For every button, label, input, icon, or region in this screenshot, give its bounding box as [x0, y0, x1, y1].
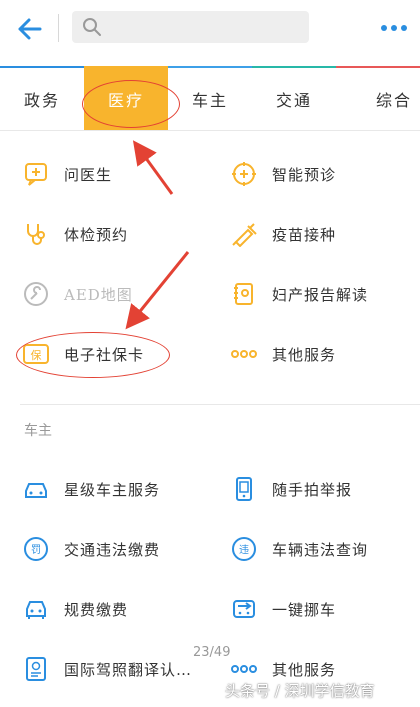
service-label: AED地图	[64, 285, 133, 304]
service-traffic-fine-payment[interactable]: 罚 交通违法缴费	[22, 534, 160, 564]
service-label: 体检预约	[64, 225, 129, 244]
service-checkup-booking[interactable]: 体检预约	[22, 219, 128, 249]
tab-label: 综合	[375, 91, 412, 110]
more-button[interactable]	[376, 14, 412, 42]
more-dots-icon	[381, 25, 407, 31]
tab-medical[interactable]: 医疗	[84, 68, 168, 130]
service-intl-license-translation[interactable]: 国际驾照翻译认…	[22, 654, 192, 684]
search-icon	[83, 18, 101, 36]
service-other-medical[interactable]: 其他服务	[230, 339, 336, 369]
service-label: 交通违法缴费	[64, 540, 161, 559]
service-label: 妇产报告解读	[272, 285, 369, 304]
wrench-icon	[22, 280, 50, 308]
service-label: 疫苗接种	[272, 225, 337, 244]
top-bar	[0, 0, 420, 62]
service-vehicle-violation-query[interactable]: 违 车辆违法查询	[230, 534, 368, 564]
tabs-divider	[0, 130, 420, 131]
card-icon-text: 保	[31, 348, 42, 362]
section-title-car: 车主	[24, 423, 52, 439]
service-smart-prediagnosis[interactable]: 智能预诊	[230, 159, 336, 189]
arrow-left-icon	[18, 18, 42, 40]
service-fee-payment[interactable]: 规费缴费	[22, 594, 128, 624]
tab-label: 医疗	[107, 91, 144, 110]
search-input[interactable]	[72, 11, 309, 43]
tab-government[interactable]: 政务	[0, 68, 84, 130]
fine-icon-text: 罚	[31, 544, 41, 556]
category-tabs: 政务 医疗 车主 交通 综合	[0, 68, 420, 130]
license-icon	[22, 655, 50, 683]
service-label: 规费缴费	[64, 600, 129, 619]
service-label: 国际驾照翻译认…	[64, 660, 193, 679]
service-one-click-move-car[interactable]: 一键挪车	[230, 594, 336, 624]
service-snap-report[interactable]: 随手拍举报	[230, 474, 352, 504]
tab-traffic[interactable]: 交通	[252, 68, 336, 130]
stethoscope-icon	[22, 220, 50, 248]
target-plus-icon	[230, 160, 258, 188]
annotation-arrow-2	[125, 251, 190, 330]
violation-icon: 违	[230, 535, 258, 563]
card-icon: 保	[22, 340, 50, 368]
annotation-arrow-1	[132, 140, 174, 195]
violation-icon-text: 违	[239, 544, 249, 556]
tab-car-owner[interactable]: 车主	[168, 68, 252, 130]
service-label: 问医生	[64, 165, 113, 184]
service-star-car-owner[interactable]: 星级车主服务	[22, 474, 160, 504]
tab-label: 车主	[191, 91, 228, 110]
back-button[interactable]	[14, 14, 44, 44]
service-label: 其他服务	[272, 660, 337, 679]
service-vaccination[interactable]: 疫苗接种	[230, 219, 336, 249]
page-indicator: 23/49	[193, 645, 231, 660]
dots-icon	[230, 340, 258, 368]
service-social-security-card[interactable]: 保 电子社保卡	[22, 339, 144, 369]
fine-icon: 罚	[22, 535, 50, 563]
service-label: 车辆违法查询	[272, 540, 369, 559]
service-label: 其他服务	[272, 345, 337, 364]
syringe-icon	[230, 220, 258, 248]
service-label: 随手拍举报	[272, 480, 353, 499]
phone-icon	[230, 475, 258, 503]
service-maternity-report[interactable]: 妇产报告解读	[230, 279, 368, 309]
tab-label: 交通	[275, 91, 312, 110]
dots-icon	[230, 655, 258, 683]
tab-general[interactable]: 综合	[336, 68, 420, 130]
move-car-icon	[230, 595, 258, 623]
service-aed-map[interactable]: AED地图	[22, 279, 133, 309]
service-label: 星级车主服务	[64, 480, 161, 499]
section-divider	[20, 404, 420, 405]
service-ask-doctor[interactable]: 问医生	[22, 159, 112, 189]
service-label: 电子社保卡	[64, 345, 145, 364]
tab-label: 政务	[23, 91, 60, 110]
watermark: 头条号 / 深圳学信教育	[225, 682, 375, 700]
notebook-icon	[230, 280, 258, 308]
service-label: 一键挪车	[272, 600, 337, 619]
header-divider	[58, 14, 59, 42]
chat-plus-icon	[22, 160, 50, 188]
car-front-icon	[22, 595, 50, 623]
car-icon	[22, 475, 50, 503]
service-label: 智能预诊	[272, 165, 337, 184]
